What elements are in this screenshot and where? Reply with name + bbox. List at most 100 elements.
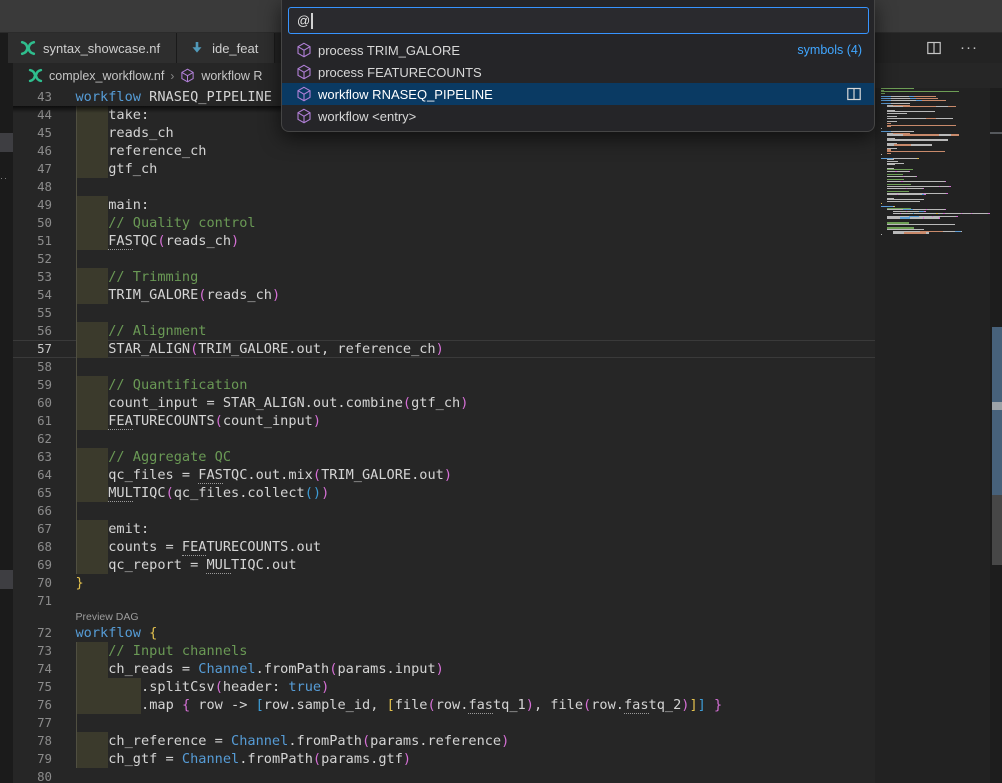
line-number[interactable]: 62 <box>13 430 52 448</box>
breadcrumb-symbol[interactable]: workflow R <box>201 69 262 83</box>
line-number[interactable]: 78 <box>13 732 52 750</box>
code-line[interactable]: 73// Input channels <box>13 642 875 660</box>
line-number[interactable]: 61 <box>13 412 52 430</box>
line-number[interactable]: 52 <box>13 250 52 268</box>
indent-guide <box>76 660 109 678</box>
code-line[interactable]: 61FEATURECOUNTS(count_input) <box>13 412 875 430</box>
minimap-line <box>881 125 956 127</box>
code-line[interactable]: 62 <box>13 430 875 448</box>
line-number[interactable]: 67 <box>13 520 52 538</box>
line-number[interactable]: 45 <box>13 124 52 142</box>
line-number[interactable]: 71 <box>13 592 52 610</box>
line-number[interactable]: 72 <box>13 624 52 642</box>
code-line[interactable]: 49main: <box>13 196 875 214</box>
line-number[interactable]: 49 <box>13 196 52 214</box>
overview-ruler-region <box>992 495 1002 565</box>
code-line[interactable]: 52 <box>13 250 875 268</box>
line-number[interactable]: 65 <box>13 484 52 502</box>
line-number[interactable]: 76 <box>13 696 52 714</box>
line-number[interactable]: 58 <box>13 358 52 376</box>
code-line[interactable]: 51FASTQC(reads_ch) <box>13 232 875 250</box>
line-number[interactable]: 80 <box>13 768 52 783</box>
code-line[interactable]: 70} <box>13 574 875 592</box>
code-line[interactable]: 46reference_ch <box>13 142 875 160</box>
line-number[interactable]: 70 <box>13 574 52 592</box>
code-line[interactable]: 80 <box>13 768 875 783</box>
code-line[interactable]: 79ch_gtf = Channel.fromPath(params.gtf) <box>13 750 875 768</box>
more-actions-icon[interactable]: ··· <box>960 40 978 56</box>
code-editor[interactable]: 44take:45reads_ch46reference_ch47gtf_ch4… <box>13 88 875 783</box>
code-line[interactable]: 71 <box>13 592 875 610</box>
line-number[interactable]: 64 <box>13 466 52 484</box>
indent-guide <box>76 412 109 430</box>
scrollbar-slider[interactable] <box>992 327 1002 495</box>
minimap[interactable] <box>875 88 1002 783</box>
line-number[interactable]: 73 <box>13 642 52 660</box>
open-to-side-icon[interactable] <box>846 86 862 102</box>
quick-open-item[interactable]: workflow RNASEQ_PIPELINE <box>282 83 874 105</box>
breadcrumb-file[interactable]: complex_workflow.nf <box>49 69 164 83</box>
line-number[interactable]: 77 <box>13 714 52 732</box>
line-number[interactable]: 75 <box>13 678 52 696</box>
code-line[interactable]: 47gtf_ch <box>13 160 875 178</box>
line-number[interactable]: 69 <box>13 556 52 574</box>
line-number[interactable]: 47 <box>13 160 52 178</box>
line-number[interactable]: 57 <box>13 340 52 358</box>
code-line[interactable]: 53// Trimming <box>13 268 875 286</box>
code-line[interactable]: 63// Aggregate QC <box>13 448 875 466</box>
code-line[interactable]: 77 <box>13 714 875 732</box>
tab-syntax-showcase[interactable]: syntax_showcase.nf <box>8 33 177 63</box>
line-number[interactable]: 48 <box>13 178 52 196</box>
code-line[interactable]: 56// Alignment <box>13 322 875 340</box>
code-line[interactable]: 50// Quality control <box>13 214 875 232</box>
code-line[interactable]: 55 <box>13 304 875 322</box>
line-number[interactable]: 53 <box>13 268 52 286</box>
line-number[interactable]: 59 <box>13 376 52 394</box>
line-number[interactable]: 74 <box>13 660 52 678</box>
code-line[interactable]: 76.map { row -> [row.sample_id, [file(ro… <box>13 696 875 714</box>
code-line[interactable]: 72workflow { <box>13 624 875 642</box>
line-number[interactable]: 44 <box>13 106 52 124</box>
quick-open-item[interactable]: process TRIM_GALOREsymbols (4) <box>282 39 874 61</box>
split-editor-icon[interactable] <box>926 40 942 56</box>
line-number[interactable]: 55 <box>13 304 52 322</box>
quick-open-input[interactable]: @ <box>288 7 869 34</box>
code-line[interactable]: 74ch_reads = Channel.fromPath(params.inp… <box>13 660 875 678</box>
line-number[interactable]: 68 <box>13 538 52 556</box>
code-token: row. <box>591 696 624 714</box>
line-number[interactable]: 60 <box>13 394 52 412</box>
minimap-token <box>945 181 946 182</box>
code-line[interactable]: 57STAR_ALIGN(TRIM_GALORE.out, reference_… <box>13 340 875 358</box>
code-line[interactable]: 59// Quantification <box>13 376 875 394</box>
code-line[interactable]: 69qc_report = MULTIQC.out <box>13 556 875 574</box>
line-number[interactable]: 79 <box>13 750 52 768</box>
code-line[interactable]: 68counts = FEATURECOUNTS.out <box>13 538 875 556</box>
code-line[interactable]: 67emit: <box>13 520 875 538</box>
line-number[interactable]: 51 <box>13 232 52 250</box>
indent-guide <box>76 520 109 538</box>
line-number[interactable]: 66 <box>13 502 52 520</box>
tab-ide-features[interactable]: ide_feat <box>177 33 275 63</box>
code-line[interactable]: 60count_input = STAR_ALIGN.out.combine(g… <box>13 394 875 412</box>
code-line-content: .splitCsv(header: true) <box>76 678 330 696</box>
code-line[interactable]: 66 <box>13 502 875 520</box>
minimap-token <box>939 134 951 135</box>
line-number[interactable]: 56 <box>13 322 52 340</box>
code-token: Channel <box>182 750 239 768</box>
line-number[interactable]: 54 <box>13 286 52 304</box>
code-line[interactable]: 75 .splitCsv(header: true) <box>13 678 875 696</box>
line-number[interactable]: 63 <box>13 448 52 466</box>
line-number[interactable]: 43 <box>13 88 52 106</box>
code-line[interactable]: 78ch_reference = Channel.fromPath(params… <box>13 732 875 750</box>
code-line[interactable]: 48 <box>13 178 875 196</box>
quick-open-item[interactable]: process FEATURECOUNTS <box>282 61 874 83</box>
line-number[interactable]: 50 <box>13 214 52 232</box>
line-number[interactable]: 46 <box>13 142 52 160</box>
code-line[interactable]: 58 <box>13 358 875 376</box>
quick-open-item[interactable]: workflow <entry> <box>282 105 874 127</box>
codelens-preview-dag[interactable]: Preview DAG <box>76 610 139 624</box>
code-line[interactable]: 64qc_files = FASTQC.out.mix(TRIM_GALORE.… <box>13 466 875 484</box>
code-line[interactable]: 54TRIM_GALORE(reads_ch) <box>13 286 875 304</box>
minimap-line <box>881 188 924 190</box>
code-line[interactable]: 65MULTIQC(qc_files.collect()) <box>13 484 875 502</box>
